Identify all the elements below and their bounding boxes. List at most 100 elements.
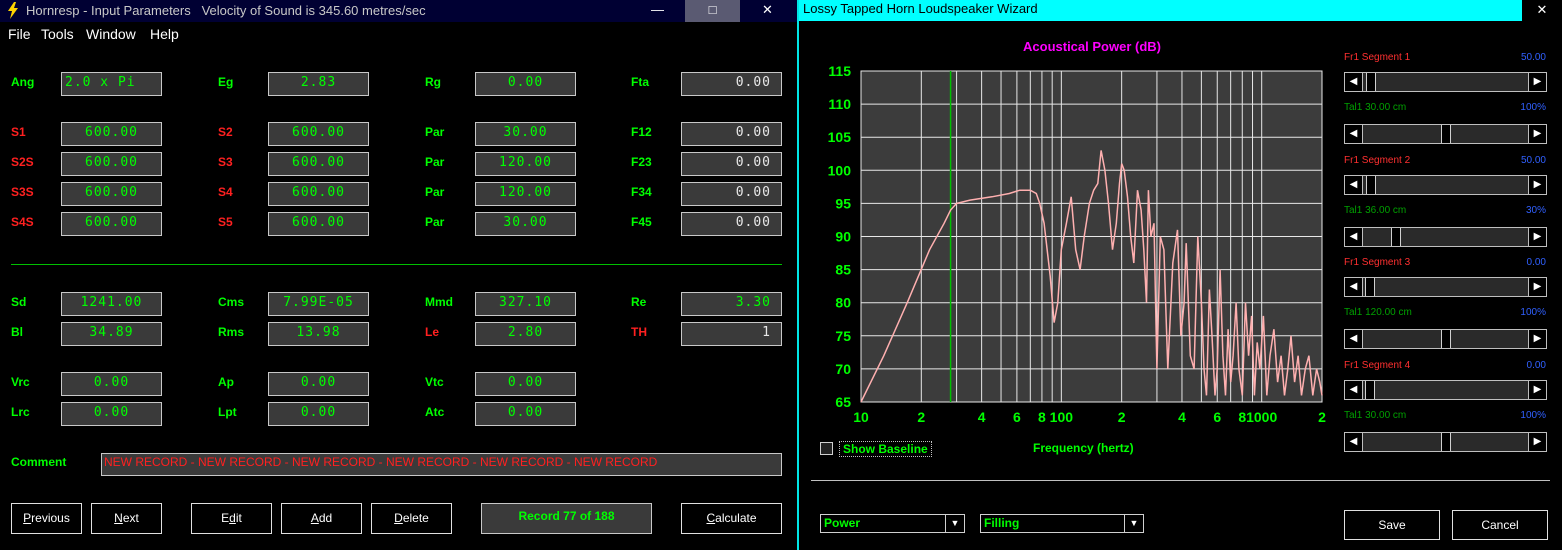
- scroll-left-icon[interactable]: ◀: [1345, 175, 1363, 194]
- field-f12[interactable]: 0.00: [681, 122, 782, 146]
- slider-thumb[interactable]: [1366, 73, 1377, 91]
- field-f34[interactable]: 0.00: [681, 182, 782, 206]
- field-s5[interactable]: 600.00: [268, 212, 369, 236]
- field-s1[interactable]: 600.00: [61, 122, 162, 146]
- scroll-right-icon[interactable]: ▶: [1528, 175, 1546, 194]
- field-lpt[interactable]: 0.00: [268, 402, 369, 426]
- chevron-down-icon[interactable]: ▼: [1124, 515, 1143, 532]
- field-par1[interactable]: 30.00: [475, 122, 576, 146]
- chevron-down-icon[interactable]: ▼: [945, 515, 964, 532]
- tapped-horn-wizard-window: Lossy Tapped Horn Loudspeaker Wizard ✕ A…: [797, 0, 1562, 550]
- scroll-left-icon[interactable]: ◀: [1345, 330, 1363, 348]
- menu-file[interactable]: File: [8, 26, 31, 42]
- minimize-button[interactable]: —: [630, 0, 685, 22]
- field-sd[interactable]: 1241.00: [61, 292, 162, 316]
- field-s3s[interactable]: 600.00: [61, 182, 162, 206]
- segment-slider-2[interactable]: ◀ ▶: [1344, 174, 1547, 195]
- field-par2[interactable]: 120.00: [475, 152, 576, 176]
- next-accel: N: [114, 511, 123, 525]
- calculate-button[interactable]: Calculate: [681, 503, 782, 534]
- scroll-left-icon[interactable]: ◀: [1345, 432, 1363, 451]
- scroll-right-icon[interactable]: ▶: [1528, 278, 1546, 296]
- menu-tools[interactable]: Tools: [41, 26, 74, 42]
- segment-slider-3[interactable]: ◀ ▶: [1344, 226, 1547, 247]
- field-bl[interactable]: 34.89: [61, 322, 162, 346]
- field-f23[interactable]: 0.00: [681, 152, 782, 176]
- scroll-left-icon[interactable]: ◀: [1345, 380, 1363, 399]
- field-rg[interactable]: 0.00: [475, 72, 576, 96]
- segment-slider-6[interactable]: ◀ ▶: [1344, 379, 1547, 400]
- scroll-left-icon[interactable]: ◀: [1345, 73, 1363, 91]
- previous-button[interactable]: Previous: [11, 503, 82, 534]
- label-f23: F23: [631, 155, 652, 169]
- field-eg[interactable]: 2.83: [268, 72, 369, 96]
- scroll-right-icon[interactable]: ▶: [1528, 125, 1546, 143]
- slider-thumb[interactable]: [1390, 227, 1401, 246]
- slider-thumb[interactable]: [1366, 175, 1377, 194]
- maximize-button[interactable]: □: [685, 0, 740, 22]
- label-vrc: Vrc: [11, 375, 30, 389]
- field-le[interactable]: 2.80: [475, 322, 576, 346]
- slider-thumb[interactable]: [1364, 380, 1375, 399]
- field-f45[interactable]: 0.00: [681, 212, 782, 236]
- slider-thumb[interactable]: [1440, 125, 1451, 143]
- wizard-close-button[interactable]: ✕: [1522, 0, 1562, 21]
- close-button[interactable]: ✕: [740, 0, 795, 22]
- field-s2[interactable]: 600.00: [268, 122, 369, 146]
- scroll-right-icon[interactable]: ▶: [1528, 227, 1546, 246]
- field-s2s[interactable]: 600.00: [61, 152, 162, 176]
- scroll-left-icon[interactable]: ◀: [1345, 125, 1363, 143]
- slider-thumb[interactable]: [1440, 330, 1451, 348]
- add-button[interactable]: Add: [281, 503, 362, 534]
- segment-slider-7[interactable]: ◀ ▶: [1344, 431, 1547, 452]
- segment-slider-0[interactable]: ◀ ▶: [1344, 72, 1547, 92]
- scroll-left-icon[interactable]: ◀: [1345, 278, 1363, 296]
- delete-button[interactable]: Delete: [371, 503, 452, 534]
- field-s4[interactable]: 600.00: [268, 182, 369, 206]
- menu-help[interactable]: Help: [150, 26, 179, 42]
- label-bl: Bl: [11, 325, 23, 339]
- field-rms[interactable]: 13.98: [268, 322, 369, 346]
- segment-tal: Tal1 30.00 cm: [1344, 409, 1407, 421]
- field-th[interactable]: 1: [681, 322, 782, 346]
- save-button[interactable]: Save: [1344, 510, 1440, 540]
- filling-select[interactable]: Filling ▼: [980, 514, 1144, 533]
- field-ap[interactable]: 0.00: [268, 372, 369, 396]
- field-s3[interactable]: 600.00: [268, 152, 369, 176]
- field-atc[interactable]: 0.00: [475, 402, 576, 426]
- show-baseline-checkbox[interactable]: [820, 442, 833, 455]
- power-select[interactable]: Power ▼: [820, 514, 965, 533]
- edit-button[interactable]: Edit: [191, 503, 272, 534]
- slider-thumb[interactable]: [1440, 432, 1451, 451]
- segment-slider-4[interactable]: ◀ ▶: [1344, 277, 1547, 297]
- field-lrc[interactable]: 0.00: [61, 402, 162, 426]
- menu-window[interactable]: Window: [86, 26, 136, 42]
- scroll-right-icon[interactable]: ▶: [1528, 380, 1546, 399]
- field-mmd[interactable]: 327.10: [475, 292, 576, 316]
- delete-label: elete: [402, 511, 429, 525]
- field-vtc[interactable]: 0.00: [475, 372, 576, 396]
- field-re[interactable]: 3.30: [681, 292, 782, 316]
- field-par3[interactable]: 120.00: [475, 182, 576, 206]
- field-fta[interactable]: 0.00: [681, 72, 782, 96]
- field-par4[interactable]: 30.00: [475, 212, 576, 236]
- y-tick-label: 100: [828, 162, 852, 178]
- scroll-right-icon[interactable]: ▶: [1528, 73, 1546, 91]
- field-cms[interactable]: 7.99E-05: [268, 292, 369, 316]
- cancel-button[interactable]: Cancel: [1452, 510, 1548, 540]
- label-f34: F34: [631, 185, 652, 199]
- y-tick-label: 110: [828, 96, 851, 112]
- label-par3: Par: [425, 185, 445, 199]
- show-baseline-label[interactable]: Show Baseline: [839, 441, 932, 457]
- comment-field[interactable]: NEW RECORD - NEW RECORD - NEW RECORD - N…: [101, 453, 782, 476]
- segment-slider-1[interactable]: ◀ ▶: [1344, 124, 1547, 144]
- scroll-left-icon[interactable]: ◀: [1345, 227, 1363, 246]
- segment-slider-5[interactable]: ◀ ▶: [1344, 329, 1547, 349]
- field-vrc[interactable]: 0.00: [61, 372, 162, 396]
- scroll-right-icon[interactable]: ▶: [1528, 432, 1546, 451]
- field-ang[interactable]: 2.0 x Pi: [61, 72, 162, 96]
- field-s4s[interactable]: 600.00: [61, 212, 162, 236]
- scroll-right-icon[interactable]: ▶: [1528, 330, 1546, 348]
- next-button[interactable]: Next: [91, 503, 162, 534]
- slider-thumb[interactable]: [1364, 278, 1375, 296]
